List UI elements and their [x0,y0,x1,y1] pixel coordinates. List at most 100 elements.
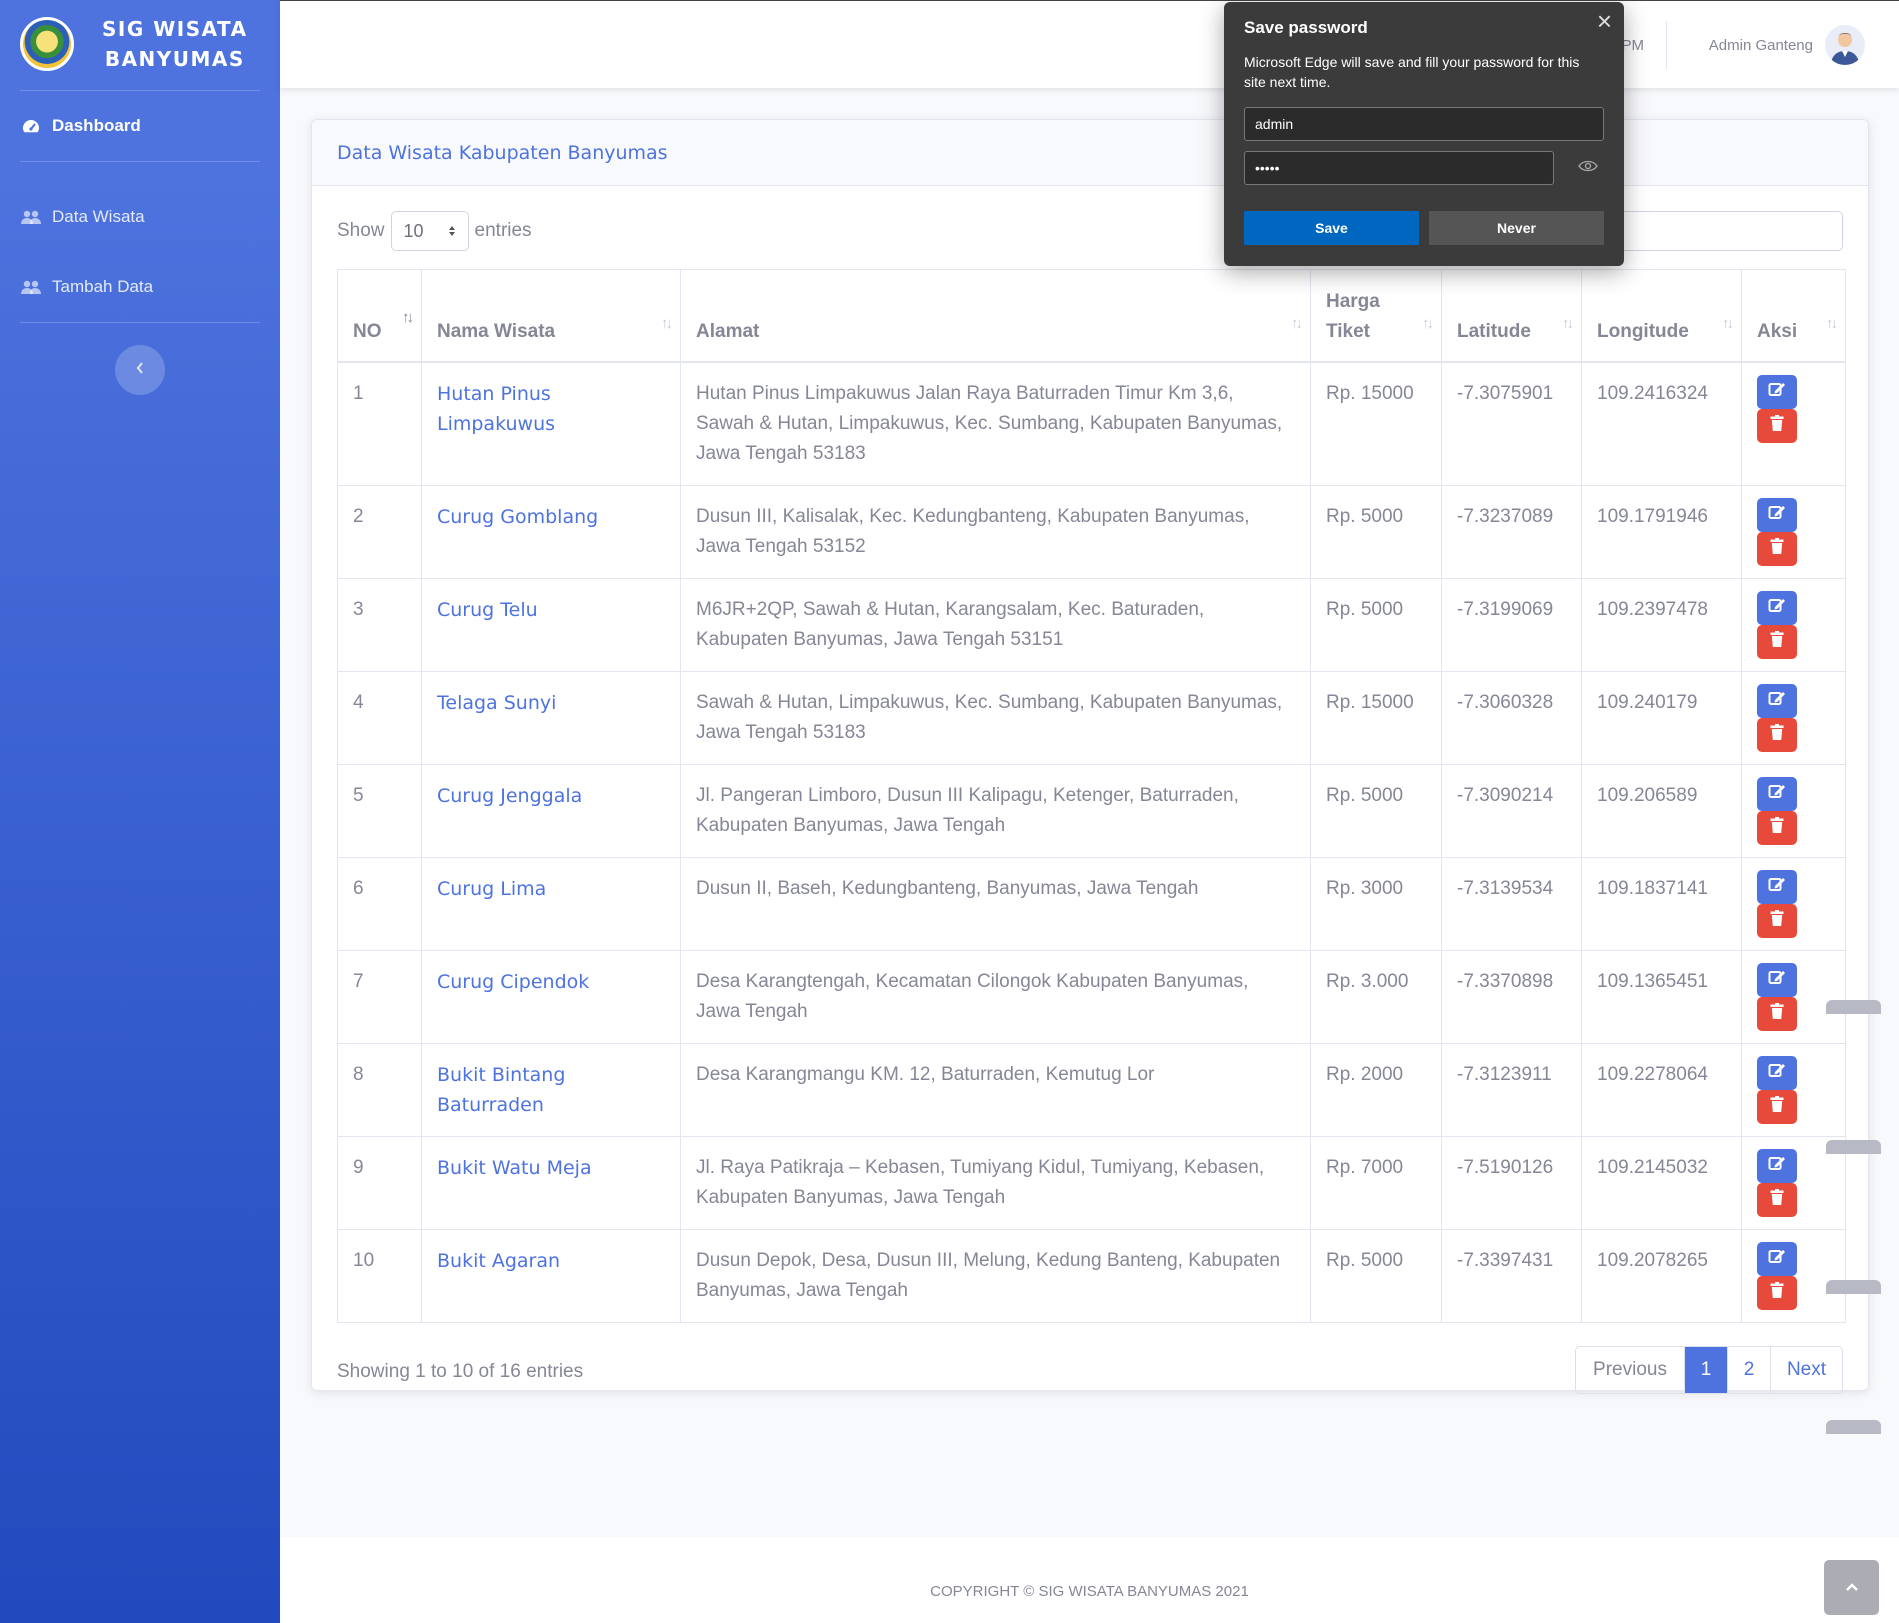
pagination-page-2[interactable]: 2 [1727,1347,1770,1393]
edit-button[interactable] [1757,1241,1797,1276]
dialog-message: Microsoft Edge will save and fill your p… [1244,54,1580,90]
edit-button[interactable] [1757,683,1797,718]
delete-button[interactable] [1757,996,1797,1031]
sidebar-brand[interactable]: SIG WISATA BANYUMAS [0,0,280,88]
edit-button[interactable] [1757,590,1797,625]
column-header[interactable]: NO ↑↓ [337,269,422,363]
actions-cell [1741,577,1846,672]
wisata-name-link[interactable]: Bukit Watu Meja [421,1135,681,1230]
actions-cell [1741,484,1846,579]
sidebar-item-tambah-data[interactable]: Tambah Data [0,252,280,322]
delete-button[interactable] [1757,624,1797,659]
sidebar-toggle-button[interactable] [115,345,165,395]
edit-button[interactable] [1757,497,1797,532]
actions-cell [1741,856,1846,951]
edit-icon [1768,779,1786,809]
table-row: 9 Bukit Watu Meja Jl. Raya Patikraja – Keb… [337,1135,1846,1230]
column-header[interactable]: Nama Wisata ↑↓ [421,269,681,363]
topbar-divider [1666,21,1667,69]
wisata-name-link[interactable]: Bukit Bintang Baturraden [421,1042,681,1137]
delete-button[interactable] [1757,717,1797,752]
edit-button[interactable] [1757,1148,1797,1183]
pagination-previous[interactable]: Previous [1576,1347,1684,1393]
never-button[interactable]: Never [1429,211,1604,245]
trash-icon [1770,813,1784,843]
delete-button[interactable] [1757,903,1797,938]
column-header-label: Harga Tiket [1326,290,1380,342]
edit-icon [1768,1058,1786,1088]
latitude-cell: -7.3397431 [1441,1228,1582,1323]
delete-button[interactable] [1757,810,1797,845]
edit-button[interactable] [1757,869,1797,904]
brand-line2: BANYUMAS [104,47,245,71]
brand-text: SIG WISATA BANYUMAS [102,14,248,74]
table-row: 1 Hutan Pinus Limpakuwus Hutan Pinus Limpa… [337,361,1846,486]
side-tab [1826,1140,1881,1154]
entries-select[interactable]: 10 [390,211,469,251]
password-field[interactable]: ••••• [1244,151,1554,185]
edit-icon [1768,872,1786,902]
wisata-name-link[interactable]: Curug Jenggala [421,763,681,858]
edit-button[interactable] [1757,962,1797,997]
user-dropdown[interactable]: Admin Ganteng [1709,25,1865,65]
edit-button[interactable] [1757,776,1797,811]
delete-button[interactable] [1757,1275,1797,1310]
delete-button[interactable] [1757,408,1797,443]
scroll-to-top-button[interactable] [1824,1560,1879,1615]
longitude-cell: 109.1791946 [1581,484,1742,579]
wisata-name-link[interactable]: Hutan Pinus Limpakuwus [421,361,681,486]
address-cell: Dusun Depok, Desa, Dusun III, Melung, Ke… [680,1228,1311,1323]
table-row: 10 Bukit Agaran Dusun Depok, Desa, Dusun I… [337,1228,1846,1323]
sort-icon: ↑↓ [1722,314,1734,332]
wisata-name-link[interactable]: Curug Telu [421,577,681,672]
sidebar-item-dashboard[interactable]: Dashboard [0,91,280,161]
table-body: 1 Hutan Pinus Limpakuwus Hutan Pinus Limpa… [337,361,1846,1323]
save-password-dialog: × Save password Microsoft Edge will save… [1224,2,1624,266]
eye-icon[interactable] [1578,159,1598,177]
banyumas-logo [20,17,74,71]
edit-button[interactable] [1757,1055,1797,1090]
save-button[interactable]: Save [1244,211,1419,245]
column-header[interactable]: Latitude ↑↓ [1441,269,1582,363]
table-row: 7 Curug Cipendok Desa Karangtengah, Kecama… [337,949,1846,1044]
delete-button[interactable] [1757,1182,1797,1217]
column-header-label: Nama Wisata [437,320,556,342]
username-field[interactable]: admin [1244,107,1604,141]
actions-cell [1741,1042,1846,1137]
row-number: 2 [337,484,422,579]
row-number: 4 [337,670,422,765]
sort-icon: ↑↓ [1826,314,1838,332]
sort-icon: ↑↓ [1291,314,1303,332]
actions-cell [1741,763,1846,858]
chevron-up-icon [1845,1579,1859,1597]
longitude-cell: 109.206589 [1581,763,1742,858]
column-header[interactable]: Aksi ↑↓ [1741,269,1846,363]
column-header[interactable]: Alamat ↑↓ [680,269,1311,363]
table-row: 5 Curug Jenggala Jl. Pangeran Limboro, Dus… [337,763,1846,858]
pagination-next[interactable]: Next [1770,1347,1842,1393]
edit-icon [1768,965,1786,995]
pagination-page-1[interactable]: 1 [1684,1347,1727,1393]
column-header-label: Alamat [696,320,760,342]
column-header[interactable]: Harga Tiket ↑↓ [1310,269,1442,363]
wisata-name-link[interactable]: Curug Lima [421,856,681,951]
wisata-name-link[interactable]: Telaga Sunyi [421,670,681,765]
column-header[interactable]: Longitude ↑↓ [1581,269,1742,363]
trash-icon [1770,999,1784,1029]
longitude-cell: 109.1365451 [1581,949,1742,1044]
card-title: Data Wisata Kabupaten Banyumas [337,141,668,164]
latitude-cell: -7.3123911 [1441,1042,1582,1137]
wisata-name-link[interactable]: Curug Gomblang [421,484,681,579]
longitude-cell: 109.2397478 [1581,577,1742,672]
longitude-cell: 109.2416324 [1581,361,1742,486]
wisata-name-link[interactable]: Bukit Agaran [421,1228,681,1323]
longitude-cell: 109.1837141 [1581,856,1742,951]
sidebar-item-data-wisata[interactable]: Data Wisata [0,182,280,252]
delete-button[interactable] [1757,1089,1797,1124]
edit-icon [1768,500,1786,530]
delete-button[interactable] [1757,531,1797,566]
wisata-name-link[interactable]: Curug Cipendok [421,949,681,1044]
close-icon[interactable]: × [1597,6,1612,37]
edit-button[interactable] [1757,374,1797,409]
column-header-label: NO [353,320,382,342]
